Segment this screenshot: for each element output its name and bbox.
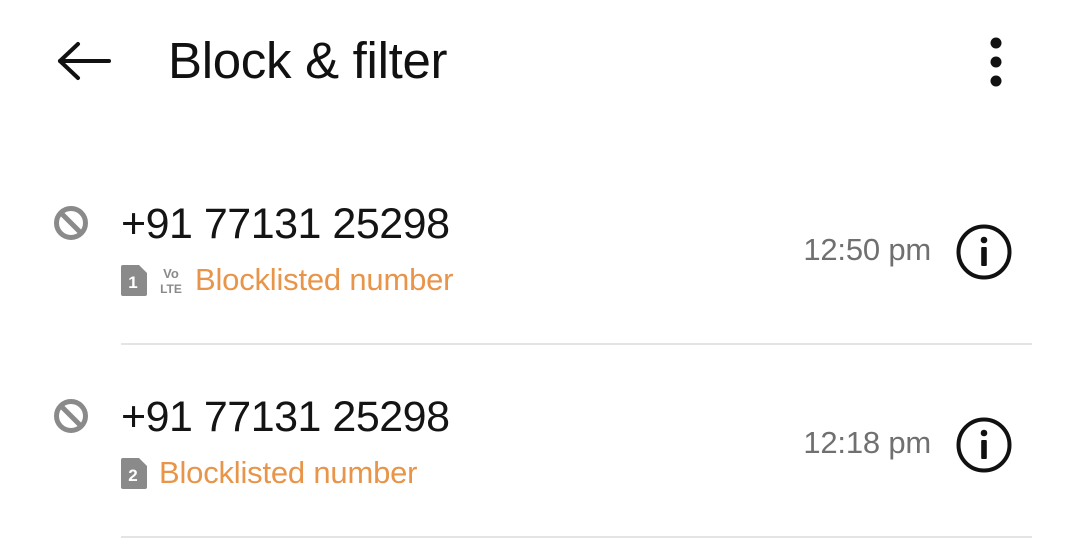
divider [121,536,1032,538]
sim-1-icon: 1 [121,264,147,296]
block-icon [54,206,88,240]
svg-text:2: 2 [128,466,137,485]
block-icon [54,399,88,433]
status-label: Blocklisted number [195,262,454,297]
call-details: 2 Blocklisted number [121,453,417,493]
list-item[interactable]: +91 77131 25298 1 Vo LTE Blocklisted num… [0,152,1080,345]
sim-2-icon: 2 [121,457,147,489]
call-time: 12:18 pm [803,425,931,460]
status-label: Blocklisted number [159,455,418,490]
app-bar: Block & filter [0,0,1080,125]
arrow-left-icon [58,42,111,80]
more-options-button[interactable] [970,32,1022,92]
block-filter-screen: Block & filter +91 77131 25298 1 Vo LTE [0,0,1080,547]
more-vert-icon [990,37,1002,87]
list-item[interactable]: +91 77131 25298 2 Blocklisted number 12:… [0,345,1080,538]
info-icon[interactable] [955,223,1013,281]
volte-icon: Vo LTE [160,266,182,295]
page-title: Block & filter [168,32,448,89]
back-button[interactable] [50,34,118,88]
phone-number: +91 77131 25298 [121,393,450,441]
svg-text:Vo: Vo [163,266,179,281]
svg-text:LTE: LTE [160,282,182,295]
phone-number: +91 77131 25298 [121,200,450,248]
svg-text:1: 1 [128,273,137,292]
call-details: 1 Vo LTE Blocklisted number [121,260,453,300]
info-icon[interactable] [955,416,1013,474]
call-time: 12:50 pm [803,232,931,267]
